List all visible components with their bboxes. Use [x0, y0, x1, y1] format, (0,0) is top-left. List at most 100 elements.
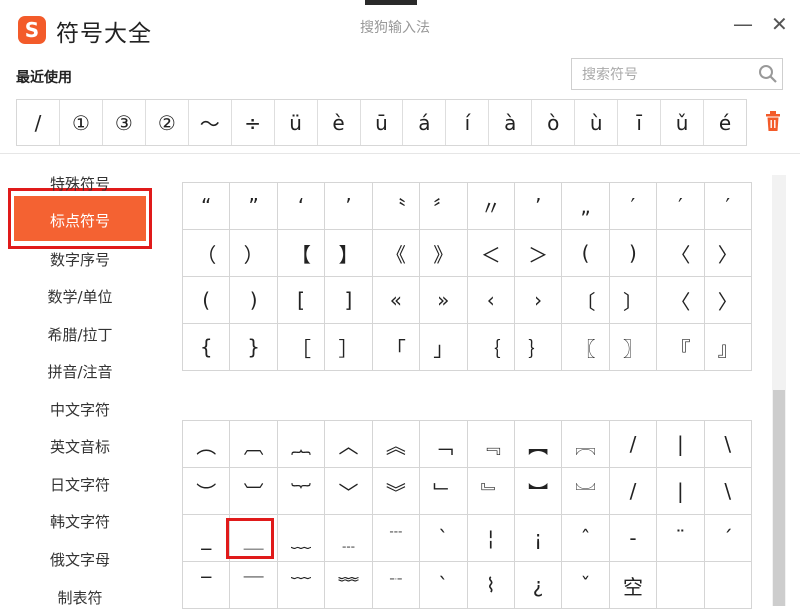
symbol-cell[interactable]: ﹌: [325, 562, 373, 609]
symbol-cell[interactable]: 〖: [562, 324, 610, 371]
search-input[interactable]: [580, 60, 754, 90]
symbol-cell[interactable]: [657, 562, 705, 609]
sidebar-item-category[interactable]: 标点符号: [0, 203, 160, 239]
recent-symbol-cell[interactable]: ò: [532, 100, 576, 145]
minimize-button[interactable]: —: [733, 12, 753, 36]
symbol-cell[interactable]: \: [704, 421, 752, 468]
symbol-cell[interactable]: |: [657, 421, 705, 468]
search-icon[interactable]: [758, 64, 778, 84]
symbol-cell[interactable]: 】: [325, 230, 373, 277]
symbol-cell[interactable]: ︹: [230, 421, 278, 468]
symbol-cell[interactable]: （: [183, 230, 231, 277]
recent-symbol-cell[interactable]: ǔ: [661, 100, 704, 145]
symbol-cell[interactable]: ¦: [467, 515, 515, 562]
sidebar-item-category[interactable]: 日文字符: [0, 467, 160, 503]
sidebar-item-category[interactable]: 特殊符号: [0, 166, 160, 202]
symbol-cell[interactable]: 〈: [657, 230, 705, 277]
symbol-cell[interactable]: ︼: [514, 468, 563, 515]
symbol-cell[interactable]: ︷: [277, 421, 326, 468]
symbol-cell[interactable]: ‹: [467, 277, 515, 324]
symbol-cell[interactable]: _: [183, 515, 231, 562]
symbol-cell[interactable]: {: [183, 324, 231, 371]
scrollbar-thumb[interactable]: [773, 390, 785, 606]
symbol-cell[interactable]: 〞: [420, 183, 468, 230]
symbol-cell[interactable]: 〉: [704, 230, 752, 277]
symbol-cell[interactable]: ︵: [183, 421, 231, 468]
symbol-cell[interactable]: ˋ: [420, 515, 468, 562]
symbol-cell[interactable]: ‘: [277, 183, 326, 230]
symbol-cell[interactable]: ︺: [230, 468, 278, 515]
symbol-cell[interactable]: ＿: [230, 515, 278, 562]
symbol-cell[interactable]: }: [230, 324, 278, 371]
recent-symbol-cell[interactable]: à: [489, 100, 533, 145]
symbol-cell[interactable]: ¡: [514, 515, 563, 562]
symbol-cell[interactable]: ﹍: [325, 515, 373, 562]
symbol-cell[interactable]: ’: [514, 183, 563, 230]
symbol-cell[interactable]: ︻: [514, 421, 563, 468]
close-button[interactable]: ✕: [771, 12, 788, 36]
symbol-cell[interactable]: ”: [230, 183, 278, 230]
symbol-cell[interactable]: [: [277, 277, 326, 324]
trash-icon[interactable]: [764, 110, 782, 132]
symbol-cell[interactable]: ︸: [277, 468, 326, 515]
symbol-cell[interactable]: ︽: [372, 421, 421, 468]
symbol-cell[interactable]: /: [609, 468, 658, 515]
recent-symbol-cell[interactable]: í: [446, 100, 490, 145]
sidebar-item-category[interactable]: 数学/单位: [0, 279, 160, 315]
symbol-cell[interactable]: (: [562, 230, 610, 277]
symbol-cell[interactable]: -: [609, 515, 658, 562]
symbol-cell[interactable]: ︶: [183, 468, 231, 515]
symbol-cell[interactable]: ﹂: [420, 468, 468, 515]
symbol-cell[interactable]: ﹊: [372, 562, 421, 609]
symbol-cell[interactable]: ′: [609, 183, 658, 230]
symbol-cell[interactable]: ˋ: [420, 562, 468, 609]
recent-symbol-cell[interactable]: è: [318, 100, 361, 145]
symbol-cell[interactable]: ｛: [467, 324, 515, 371]
symbol-cell[interactable]: „: [562, 183, 610, 230]
symbol-cell[interactable]: ¿: [514, 562, 563, 609]
symbol-cell[interactable]: ›: [514, 277, 563, 324]
symbol-cell[interactable]: »: [420, 277, 468, 324]
symbol-cell[interactable]: ＜: [467, 230, 515, 277]
symbol-cell[interactable]: ［: [277, 324, 326, 371]
symbol-cell[interactable]: 《: [372, 230, 421, 277]
sidebar-item-category[interactable]: 韩文字符: [0, 504, 160, 540]
symbol-cell[interactable]: 』: [704, 324, 752, 371]
symbol-cell[interactable]: ): [230, 277, 278, 324]
symbol-cell[interactable]: 〈: [657, 277, 705, 324]
sidebar-item-category[interactable]: 数字序号: [0, 242, 160, 278]
recent-symbol-cell[interactable]: ī: [618, 100, 662, 145]
symbol-cell[interactable]: ⌇: [467, 562, 515, 609]
symbol-cell[interactable]: ′: [657, 183, 705, 230]
symbol-cell[interactable]: ′: [704, 183, 752, 230]
recent-symbol-cell[interactable]: ①: [60, 100, 103, 145]
symbol-cell[interactable]: (: [183, 277, 231, 324]
symbol-cell[interactable]: ）: [230, 230, 278, 277]
symbol-cell[interactable]: 空: [609, 562, 658, 609]
symbol-cell[interactable]: 『: [657, 324, 705, 371]
symbol-cell[interactable]: ﹉: [372, 515, 421, 562]
recent-symbol-cell[interactable]: á: [403, 100, 447, 145]
recent-symbol-cell[interactable]: ～: [189, 100, 232, 145]
sidebar-item-category[interactable]: 英文音标: [0, 429, 160, 465]
symbol-cell[interactable]: 〗: [609, 324, 658, 371]
symbol-cell[interactable]: ￣: [230, 562, 278, 609]
sidebar-item-category[interactable]: 希腊/拉丁: [0, 317, 160, 353]
symbol-cell[interactable]: 【: [277, 230, 326, 277]
symbol-cell[interactable]: ˆ: [562, 515, 610, 562]
recent-symbol-cell[interactable]: ü: [275, 100, 318, 145]
symbol-cell[interactable]: “: [183, 183, 231, 230]
symbol-cell[interactable]: 〕: [609, 277, 658, 324]
recent-symbol-cell[interactable]: ū: [361, 100, 404, 145]
symbol-cell[interactable]: ︾: [372, 468, 421, 515]
symbol-cell[interactable]: ﹁: [420, 421, 468, 468]
symbol-cell[interactable]: ﹀: [325, 468, 373, 515]
recent-symbol-cell[interactable]: ②: [146, 100, 189, 145]
symbol-cell[interactable]: ¨: [657, 515, 705, 562]
symbol-cell[interactable]: 》: [420, 230, 468, 277]
symbol-cell[interactable]: ’: [325, 183, 373, 230]
symbol-cell[interactable]: ︘: [562, 468, 610, 515]
sidebar-item-category[interactable]: 制表符: [0, 580, 160, 616]
symbol-cell[interactable]: ﹏: [277, 515, 326, 562]
symbol-cell[interactable]: 〉: [704, 277, 752, 324]
